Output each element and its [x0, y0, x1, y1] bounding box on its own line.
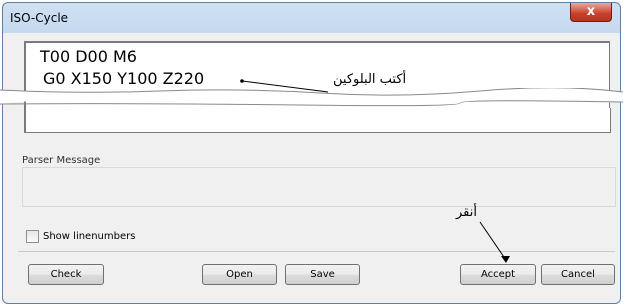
annotation-click: أنقر — [456, 205, 477, 220]
cancel-button[interactable]: Cancel — [541, 264, 615, 285]
annotation-arrow-write — [240, 79, 329, 93]
parser-message-box — [22, 167, 616, 207]
accept-button[interactable]: Accept — [460, 264, 536, 285]
parser-message-label: Parser Message — [22, 155, 101, 166]
close-icon: x — [586, 4, 596, 19]
editor-line-1: T00 D00 M6 — [40, 47, 137, 66]
window-title: ISO-Cycle — [10, 11, 69, 25]
show-linenumbers-checkbox[interactable] — [26, 230, 39, 243]
separator — [18, 251, 615, 252]
close-button[interactable]: x — [570, 3, 612, 22]
show-linenumbers-option[interactable]: Show linenumbers — [26, 230, 135, 243]
check-button[interactable]: Check — [28, 264, 104, 285]
annotation-write-blocks: أكتب البلوكين — [333, 72, 407, 87]
annotation-arrow-click — [479, 221, 510, 263]
open-button[interactable]: Open — [202, 264, 277, 285]
show-linenumbers-label: Show linenumbers — [43, 231, 136, 242]
save-button[interactable]: Save — [285, 264, 360, 285]
editor-lower-frame — [24, 108, 611, 133]
editor-line-2: G0 X150 Y100 Z220 — [43, 69, 205, 88]
title-bar: ISO-Cycle x — [3, 3, 620, 33]
